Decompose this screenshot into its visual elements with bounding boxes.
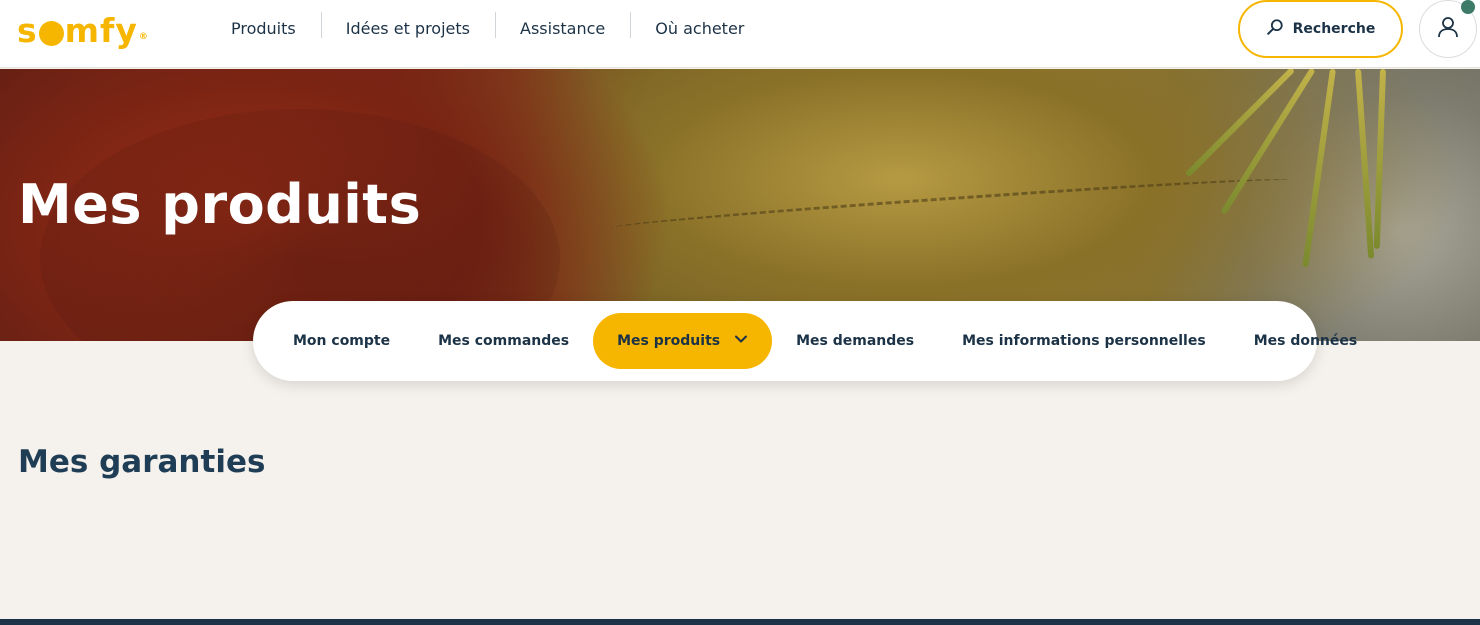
site-header: s mfy ® Produits Idées et projets Assistan… xyxy=(0,0,1480,68)
tab-mes-produits[interactable]: Mes produits xyxy=(593,313,773,369)
tab-mes-commandes[interactable]: Mes commandes xyxy=(414,313,593,369)
somfy-logo[interactable]: s mfy ® xyxy=(17,10,149,50)
nav-item-assistance[interactable]: Assistance xyxy=(495,11,630,38)
chevron-down-icon xyxy=(720,332,748,350)
hero-cushion-seam xyxy=(610,173,1290,235)
tab-mes-donnees[interactable]: Mes données xyxy=(1230,313,1382,369)
footer-bar xyxy=(0,619,1480,625)
user-icon xyxy=(1436,15,1460,43)
notification-dot xyxy=(1461,0,1475,14)
page-title: Mes produits xyxy=(18,173,422,236)
tab-mes-produits-label: Mes produits xyxy=(617,333,721,349)
tab-mon-compte[interactable]: Mon compte xyxy=(269,313,414,369)
section-title-garanties: Mes garanties xyxy=(18,444,266,480)
search-button-label: Recherche xyxy=(1292,21,1376,37)
hero-leaf xyxy=(1373,69,1386,249)
tab-mes-demandes[interactable]: Mes demandes xyxy=(772,313,938,369)
search-icon xyxy=(1266,18,1284,40)
nav-item-ou-acheter[interactable]: Où acheter xyxy=(630,11,769,38)
tab-mes-informations-personnelles[interactable]: Mes informations personnelles xyxy=(938,313,1230,369)
account-tabs: Mon compte Mes commandes Mes produits Me… xyxy=(253,301,1357,381)
nav-item-produits[interactable]: Produits xyxy=(206,19,321,38)
search-button[interactable]: Recherche xyxy=(1238,0,1403,58)
nav-item-idees-projets[interactable]: Idées et projets xyxy=(320,11,495,38)
hero-leaf xyxy=(1355,69,1375,259)
hero-leaf xyxy=(1302,69,1336,268)
main-nav: Produits Idées et projets Assistance Où … xyxy=(206,0,769,56)
